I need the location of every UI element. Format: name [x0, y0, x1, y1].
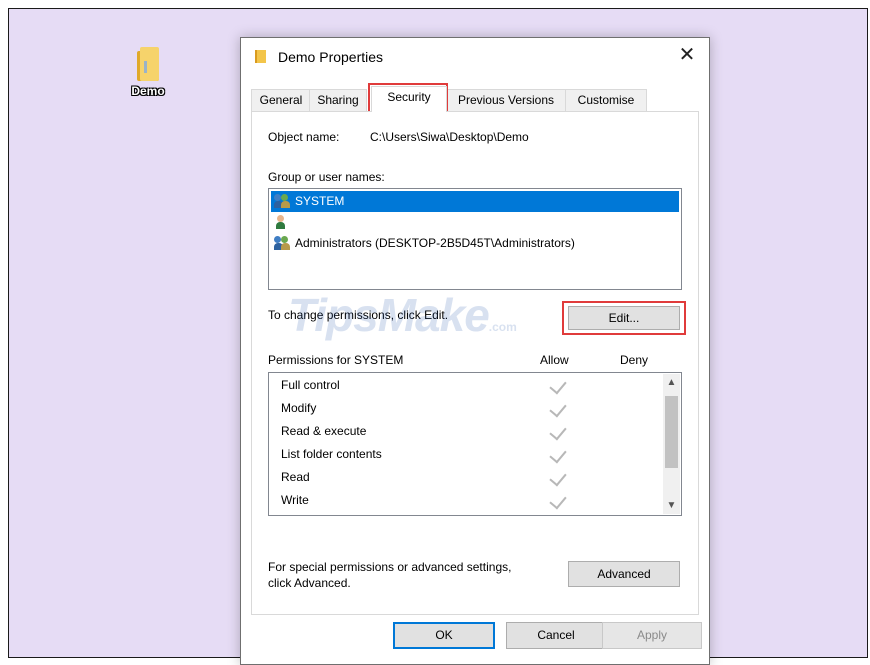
tab-customise[interactable]: Customise — [565, 89, 647, 111]
permission-name: Read — [281, 470, 310, 484]
permission-name: Write — [281, 493, 309, 507]
object-name-label: Object name: — [268, 130, 340, 144]
special-permissions-text-line1: For special permissions or advanced sett… — [268, 560, 512, 574]
permission-row: Write — [281, 489, 567, 512]
user-name: SYSTEM — [295, 194, 345, 208]
allow-check-icon — [549, 376, 567, 395]
permissions-for-label: Permissions for SYSTEM — [268, 353, 404, 367]
permission-row: Read & execute — [281, 420, 567, 443]
user-icon — [274, 215, 290, 230]
object-name-value: C:\Users\Siwa\Desktop\Demo — [370, 130, 529, 144]
dialog-title: Demo Properties — [278, 49, 384, 65]
tab-sharing[interactable]: Sharing — [309, 89, 367, 111]
user-item-administrators[interactable]: Administrators (DESKTOP-2B5D45T\Administ… — [271, 233, 679, 254]
permission-row: Read — [281, 466, 567, 489]
security-panel: Object name: C:\Users\Siwa\Desktop\Demo … — [251, 111, 699, 615]
users-group-icon — [274, 194, 290, 209]
group-user-label: Group or user names: — [268, 170, 385, 184]
desktop-folder-label: Demo — [131, 84, 165, 98]
allow-check-icon — [549, 399, 567, 418]
allow-check-icon — [549, 445, 567, 464]
dialog-titlebar[interactable]: Demo Properties ✕ — [241, 38, 709, 74]
allow-check-icon — [549, 468, 567, 487]
permissions-list[interactable]: Full control Modify Read & execute List … — [268, 372, 682, 516]
allow-header: Allow — [540, 353, 569, 367]
cancel-button[interactable]: Cancel — [506, 622, 606, 649]
permission-row: List folder contents — [281, 443, 567, 466]
advanced-button[interactable]: Advanced — [568, 561, 680, 587]
user-item-system[interactable]: SYSTEM — [271, 191, 679, 212]
tab-security[interactable]: Security — [371, 86, 447, 112]
tab-previous-versions[interactable]: Previous Versions — [445, 89, 567, 111]
permission-name: List folder contents — [281, 447, 382, 461]
scroll-up-icon[interactable]: ▲ — [663, 374, 680, 391]
deny-header: Deny — [620, 353, 649, 367]
ok-button[interactable]: OK — [393, 622, 495, 649]
close-button[interactable]: ✕ — [665, 38, 709, 74]
special-permissions-text-line2: click Advanced. — [268, 576, 351, 590]
folder-icon — [135, 45, 161, 81]
permissions-scrollbar[interactable]: ▲ ▼ — [663, 374, 680, 514]
properties-dialog: Demo Properties ✕ General Sharing Securi… — [240, 37, 710, 665]
user-name: Administrators (DESKTOP-2B5D45T\Administ… — [295, 236, 575, 250]
edit-button-highlight — [562, 301, 686, 335]
allow-check-icon — [549, 422, 567, 441]
scroll-down-icon[interactable]: ▼ — [663, 497, 680, 514]
change-permissions-text: To change permissions, click Edit. — [268, 308, 449, 322]
folder-icon — [255, 50, 266, 63]
user-list[interactable]: SYSTEM Administrators (DESKTOP-2B5D45T\A… — [268, 188, 682, 290]
permission-name: Modify — [281, 401, 317, 415]
permission-row: Modify — [281, 397, 567, 420]
tab-general[interactable]: General — [251, 89, 311, 111]
scroll-thumb[interactable] — [665, 396, 678, 468]
allow-check-icon — [549, 491, 567, 510]
permission-name: Read & execute — [281, 424, 367, 438]
apply-button[interactable]: Apply — [602, 622, 702, 649]
permission-name: Full control — [281, 378, 340, 392]
user-item-unknown[interactable] — [271, 212, 679, 233]
users-group-icon — [274, 236, 290, 251]
permission-row: Full control — [281, 374, 567, 397]
desktop-folder-demo[interactable]: Demo — [123, 45, 173, 98]
